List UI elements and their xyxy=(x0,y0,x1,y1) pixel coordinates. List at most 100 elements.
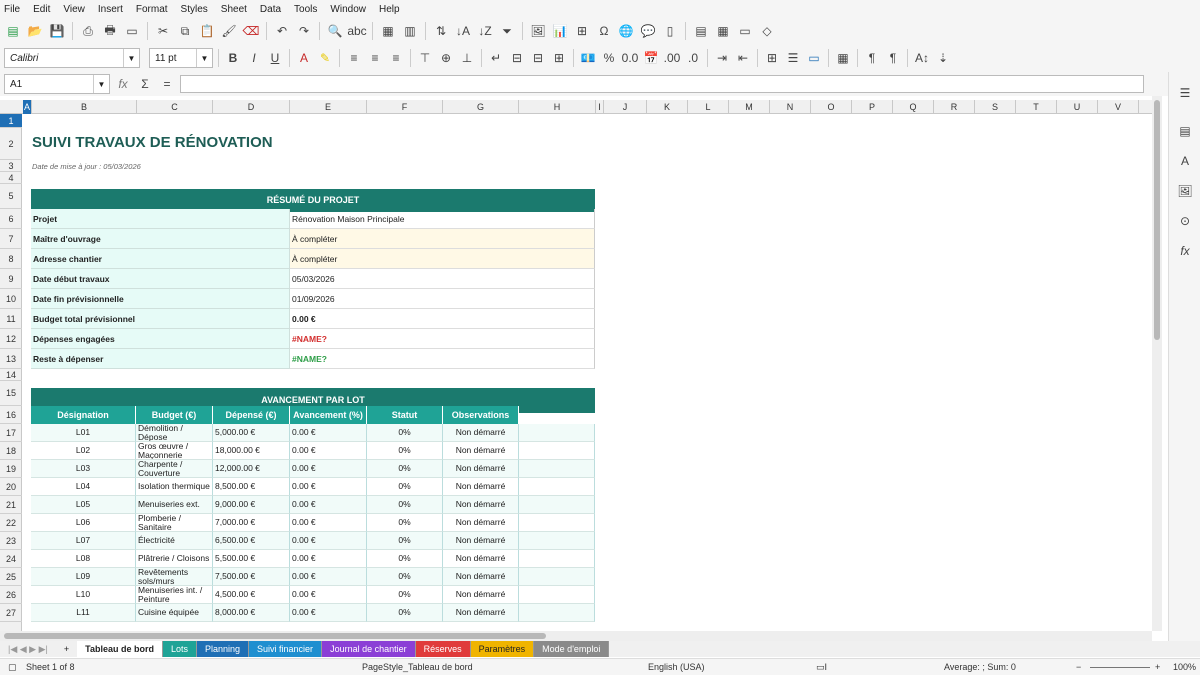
increase-indent-icon[interactable]: ⇥ xyxy=(713,49,731,67)
row-header-22[interactable]: 22 xyxy=(0,514,22,532)
align-right-icon[interactable]: ≡ xyxy=(387,49,405,67)
number-format-icon[interactable]: 0.0 xyxy=(621,49,639,67)
row-header-17[interactable]: 17 xyxy=(0,424,22,442)
menu-window[interactable]: Window xyxy=(330,4,366,15)
vertical-text-icon[interactable]: ⇣ xyxy=(934,49,952,67)
conditional-format-icon[interactable]: ▦ xyxy=(834,49,852,67)
column-header-a[interactable]: A xyxy=(23,100,32,114)
row-header-7[interactable]: 7 xyxy=(0,229,22,249)
print-icon[interactable]: 🖶 xyxy=(101,22,119,40)
define-print-area-icon[interactable]: ▤ xyxy=(692,22,710,40)
pivot-table-icon[interactable]: ⊞ xyxy=(573,22,591,40)
column-header-f[interactable]: F xyxy=(367,100,443,114)
properties-icon[interactable]: ▤ xyxy=(1176,122,1194,140)
row-header-1[interactable]: 1 xyxy=(0,114,22,128)
column-header-b[interactable]: B xyxy=(32,100,137,114)
freeze-rows-columns-icon[interactable]: ▦ xyxy=(714,22,732,40)
row-header-24[interactable]: 24 xyxy=(0,550,22,568)
align-center-icon[interactable]: ≡ xyxy=(366,49,384,67)
clone-format-icon[interactable]: 🖌 xyxy=(220,22,238,40)
column-header-g[interactable]: G xyxy=(443,100,519,114)
sort-descending-icon[interactable]: ↓Z xyxy=(476,22,494,40)
row-header-20[interactable]: 20 xyxy=(0,478,22,496)
column-header-o[interactable]: O xyxy=(811,100,852,114)
formula-icon[interactable]: = xyxy=(158,75,176,93)
gallery-icon[interactable]: 🖼 xyxy=(1176,182,1194,200)
sheet-grid[interactable]: SUIVI TRAVAUX DE RÉNOVATION Date de mise… xyxy=(23,114,1152,631)
sum-icon[interactable]: Σ xyxy=(136,75,154,93)
borders-icon[interactable]: ⊞ xyxy=(763,49,781,67)
column-header-i[interactable]: I xyxy=(596,100,604,114)
sheet-tab[interactable]: Réserves xyxy=(415,641,471,657)
merge-center-icon[interactable]: ⊟ xyxy=(508,49,526,67)
right-to-left-icon[interactable]: ¶ xyxy=(884,49,902,67)
clear-format-icon[interactable]: ⌫ xyxy=(242,22,260,40)
horizontal-scrollbar[interactable] xyxy=(0,631,1152,641)
column-header-d[interactable]: D xyxy=(213,100,290,114)
row-header-8[interactable]: 8 xyxy=(0,249,22,269)
column-header-k[interactable]: K xyxy=(647,100,688,114)
font-color-icon[interactable]: A xyxy=(295,49,313,67)
date-format-icon[interactable]: 📅 xyxy=(642,49,660,67)
column-header-c[interactable]: C xyxy=(137,100,213,114)
zoom-slider[interactable] xyxy=(1090,667,1150,668)
border-color-icon[interactable]: ▭ xyxy=(805,49,823,67)
split-window-icon[interactable]: ▭ xyxy=(736,22,754,40)
highlight-color-icon[interactable]: ✎ xyxy=(316,49,334,67)
sheet-tab[interactable]: Tableau de bord xyxy=(77,641,163,657)
column-header-p[interactable]: P xyxy=(852,100,893,114)
vertical-scroll-thumb[interactable] xyxy=(1154,100,1160,340)
column-header-l[interactable]: L xyxy=(688,100,729,114)
copy-icon[interactable]: ⧉ xyxy=(176,22,194,40)
row-header-27[interactable]: 27 xyxy=(0,604,22,622)
insert-chart-icon[interactable]: 📊 xyxy=(551,22,569,40)
row-header-18[interactable]: 18 xyxy=(0,442,22,460)
menu-styles[interactable]: Styles xyxy=(181,4,208,15)
styles-icon[interactable]: A xyxy=(1176,152,1194,170)
selection-mode-icon[interactable]: ▭I xyxy=(816,662,827,673)
column-header-q[interactable]: Q xyxy=(893,100,934,114)
name-box[interactable]: A1 ▼ xyxy=(4,74,110,94)
column-header-j[interactable]: J xyxy=(604,100,647,114)
row-header-3[interactable]: 3 xyxy=(0,160,22,172)
row-header-2[interactable]: 2 xyxy=(0,128,22,160)
add-decimal-icon[interactable]: .00 xyxy=(663,49,681,67)
column-header-v[interactable]: V xyxy=(1098,100,1139,114)
row-header-14[interactable]: 14 xyxy=(0,369,22,381)
font-size-combo[interactable]: 11 pt ▼ xyxy=(149,48,213,68)
chevron-down-icon[interactable]: ▼ xyxy=(196,49,212,67)
functions-icon[interactable]: fx xyxy=(1176,242,1194,260)
sheet-tab[interactable]: Suivi financier xyxy=(249,641,323,657)
wrap-text-icon[interactable]: ↵ xyxy=(487,49,505,67)
sheet-tab[interactable]: Planning xyxy=(197,641,250,657)
insert-image-icon[interactable]: 🖼 xyxy=(529,22,547,40)
bold-icon[interactable]: B xyxy=(224,49,242,67)
cut-icon[interactable]: ✂ xyxy=(154,22,172,40)
row-icon[interactable]: ▦ xyxy=(379,22,397,40)
column-icon[interactable]: ▥ xyxy=(401,22,419,40)
autofilter-icon[interactable]: ⏷ xyxy=(498,22,516,40)
header-footer-icon[interactable]: ▯ xyxy=(661,22,679,40)
delete-decimal-icon[interactable]: .0 xyxy=(684,49,702,67)
redo-icon[interactable]: ↷ xyxy=(295,22,313,40)
row-header-10[interactable]: 10 xyxy=(0,289,22,309)
menu-edit[interactable]: Edit xyxy=(33,4,50,15)
decrease-indent-icon[interactable]: ⇤ xyxy=(734,49,752,67)
hyperlink-icon[interactable]: 🌐 xyxy=(617,22,635,40)
row-header-21[interactable]: 21 xyxy=(0,496,22,514)
open-icon[interactable]: 📂 xyxy=(26,22,44,40)
align-left-icon[interactable]: ≡ xyxy=(345,49,363,67)
percent-format-icon[interactable]: % xyxy=(600,49,618,67)
chevron-down-icon[interactable]: ▼ xyxy=(93,75,109,93)
sidebar-menu-icon[interactable]: ☰ xyxy=(1176,84,1194,102)
sheet-tab[interactable]: Lots xyxy=(162,641,197,657)
align-top-icon[interactable]: ⊤ xyxy=(416,49,434,67)
new-icon[interactable]: ▤ xyxy=(4,22,22,40)
sheet-tab[interactable]: Mode d'emploi xyxy=(534,641,610,657)
align-bottom-icon[interactable]: ⊥ xyxy=(458,49,476,67)
paste-icon[interactable]: 📋 xyxy=(198,22,216,40)
comment-icon[interactable]: 💬 xyxy=(639,22,657,40)
column-header-s[interactable]: S xyxy=(975,100,1016,114)
spelling-icon[interactable]: abc xyxy=(347,22,366,40)
menu-tools[interactable]: Tools xyxy=(294,4,317,15)
